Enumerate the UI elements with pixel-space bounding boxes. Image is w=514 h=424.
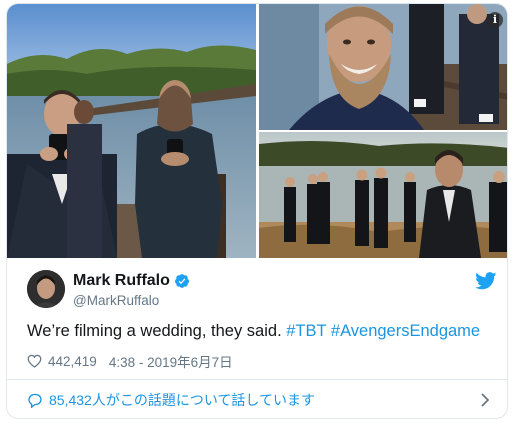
conversation-link[interactable]: 85,432人がこの話題について話しています bbox=[7, 380, 507, 418]
verified-badge-icon bbox=[174, 274, 189, 288]
avatar[interactable] bbox=[27, 270, 65, 308]
author-name-line[interactable]: Mark Ruffalo bbox=[73, 272, 190, 290]
tweet-card[interactable]: i Mark Ruffalo @MarkRuffalo We’re filmin… bbox=[6, 3, 508, 419]
tweet-photo-3[interactable] bbox=[259, 132, 507, 258]
heart-outline-icon[interactable] bbox=[27, 354, 42, 368]
tweet-photo-1[interactable] bbox=[7, 4, 256, 258]
tweet-text: We’re filming a wedding, they said. #TBT… bbox=[27, 322, 480, 341]
photo-bearded-man bbox=[259, 4, 507, 130]
hashtag-avengers-endgame[interactable]: #AvengersEndgame bbox=[331, 322, 480, 340]
twitter-bird-icon[interactable] bbox=[475, 272, 497, 290]
tweet-photo-2[interactable] bbox=[259, 4, 507, 130]
author-handle[interactable]: @MarkRuffalo bbox=[73, 293, 159, 308]
tweet-author: Mark Ruffalo @MarkRuffalo bbox=[27, 270, 497, 310]
like-count[interactable]: 442,419 bbox=[48, 354, 97, 369]
tweet-media-grid: i bbox=[7, 4, 507, 258]
author-display-name[interactable]: Mark Ruffalo bbox=[73, 272, 170, 290]
tweet-meta: 442,419 4:38 - 2019年6月7日 bbox=[27, 351, 233, 371]
photo-group-by-lake bbox=[259, 132, 507, 258]
tweet-timestamp[interactable]: 4:38 - 2019年6月7日 bbox=[109, 351, 233, 371]
tweet-text-body: We’re filming a wedding, they said. bbox=[27, 322, 282, 340]
conversation-count-label[interactable]: 85,432人がこの話題について話しています bbox=[49, 390, 315, 410]
chevron-right-icon[interactable] bbox=[481, 393, 489, 407]
speech-bubble-icon bbox=[28, 393, 42, 408]
hashtag-tbt[interactable]: #TBT bbox=[286, 322, 326, 340]
media-info-icon[interactable]: i bbox=[487, 12, 503, 28]
avatar-image bbox=[27, 270, 65, 308]
photo-lake-phones bbox=[7, 4, 256, 258]
